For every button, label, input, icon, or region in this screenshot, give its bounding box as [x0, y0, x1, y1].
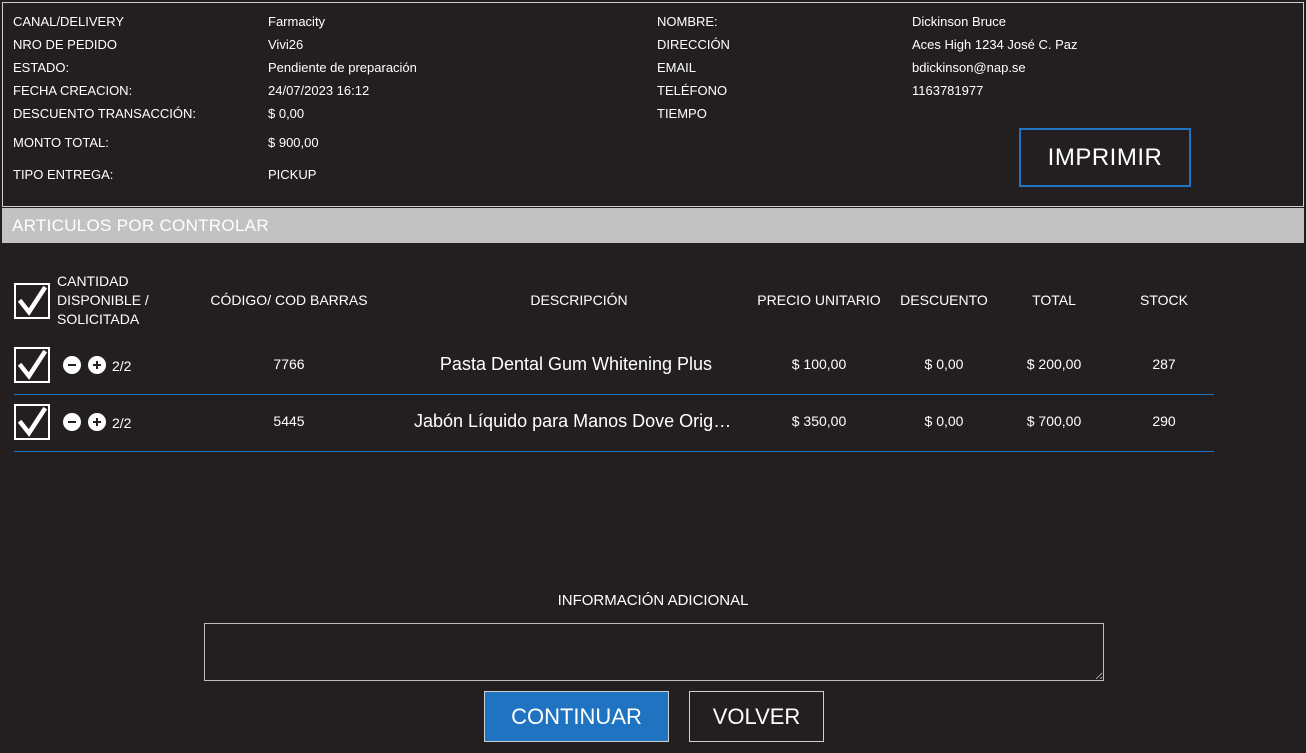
- row-divider: [14, 394, 1214, 395]
- section-title: ARTICULOS POR CONTROLAR: [2, 208, 1304, 243]
- header-precio-unitario: PRECIO UNITARIO: [757, 292, 881, 308]
- header-stock: STOCK: [1140, 292, 1188, 308]
- nro-pedido-label: NRO DE PEDIDO: [13, 37, 118, 52]
- header-total: TOTAL: [1032, 292, 1076, 308]
- direccion-value: Aces High 1234 José C. Paz: [912, 37, 1078, 52]
- estado-label: ESTADO:: [13, 60, 70, 75]
- additional-info-input[interactable]: [204, 623, 1104, 681]
- order-header: CANAL/DELIVERY Farmacity NOMBRE: Dickins…: [2, 2, 1304, 207]
- row-codigo: 5445: [273, 413, 305, 429]
- email-label: EMAIL: [657, 60, 697, 75]
- telefono-label: TELÉFONO: [657, 83, 728, 98]
- header-descripcion: DESCRIPCIÓN: [530, 292, 628, 308]
- select-all-checkbox[interactable]: [14, 283, 50, 319]
- row-stock: 290: [1152, 413, 1176, 429]
- row-descuento: $ 0,00: [924, 356, 964, 372]
- direccion-label: DIRECCIÓN: [657, 37, 730, 52]
- header-cantidad: CANTIDAD DISPONIBLE / SOLICITADA: [57, 272, 149, 329]
- row-checkbox[interactable]: [14, 404, 50, 440]
- header-codigo: CÓDIGO/ COD BARRAS: [210, 292, 368, 308]
- header-cantidad-line2: DISPONIBLE /: [57, 292, 149, 308]
- continue-button[interactable]: CONTINUAR: [484, 691, 669, 742]
- print-button[interactable]: IMPRIMIR: [1019, 128, 1191, 187]
- additional-info-label: INFORMACIÓN ADICIONAL: [557, 592, 749, 609]
- row-qty: 2/2: [112, 358, 132, 374]
- monto-total-label: MONTO TOTAL:: [13, 135, 109, 150]
- plus-icon[interactable]: [88, 413, 106, 431]
- header-cantidad-line1: CANTIDAD: [57, 273, 129, 289]
- descuento-transaccion-value: $ 0,00: [268, 106, 305, 121]
- tiempo-label: TIEMPO: [657, 106, 707, 121]
- email-value: bdickinson@nap.se: [912, 60, 1026, 75]
- checkmark-icon: [17, 407, 47, 437]
- row-checkbox[interactable]: [14, 347, 50, 383]
- minus-icon[interactable]: [63, 413, 81, 431]
- fecha-creacion-label: FECHA CREACION:: [13, 83, 133, 98]
- descuento-transaccion-label: DESCUENTO TRANSACCIÓN:: [13, 106, 196, 121]
- row-descripcion: Jabón Líquido para Manos Dove Original: [414, 411, 734, 431]
- row-descuento: $ 0,00: [924, 413, 964, 429]
- row-precio: $ 350,00: [791, 413, 847, 429]
- nombre-label: NOMBRE:: [657, 14, 718, 29]
- tipo-entrega-value: PICKUP: [268, 167, 317, 182]
- header-cantidad-line3: SOLICITADA: [57, 311, 140, 327]
- minus-icon[interactable]: [63, 356, 81, 374]
- row-descripcion: Pasta Dental Gum Whitening Plus: [439, 354, 713, 374]
- tipo-entrega-label: TIPO ENTREGA:: [13, 167, 114, 182]
- checkmark-icon: [17, 350, 47, 380]
- row-codigo: 7766: [273, 356, 305, 372]
- back-button[interactable]: VOLVER: [689, 691, 824, 742]
- nombre-value: Dickinson Bruce: [912, 14, 1006, 29]
- estado-value: Pendiente de preparación: [268, 60, 417, 75]
- canal-value: Farmacity: [268, 14, 326, 29]
- row-stock: 287: [1152, 356, 1176, 372]
- row-total: $ 200,00: [1026, 356, 1082, 372]
- plus-icon[interactable]: [88, 356, 106, 374]
- header-descuento: DESCUENTO: [900, 292, 988, 308]
- monto-total-value: $ 900,00: [268, 135, 319, 150]
- row-total: $ 700,00: [1026, 413, 1082, 429]
- fecha-creacion-value: 24/07/2023 16:12: [268, 83, 370, 98]
- checkmark-icon: [17, 286, 47, 316]
- canal-label: CANAL/DELIVERY: [13, 14, 125, 29]
- row-divider: [14, 451, 1214, 452]
- telefono-value: 1163781977: [912, 83, 984, 98]
- row-precio: $ 100,00: [791, 356, 847, 372]
- nro-pedido-value: Vivi26: [268, 37, 304, 52]
- row-qty: 2/2: [112, 415, 132, 431]
